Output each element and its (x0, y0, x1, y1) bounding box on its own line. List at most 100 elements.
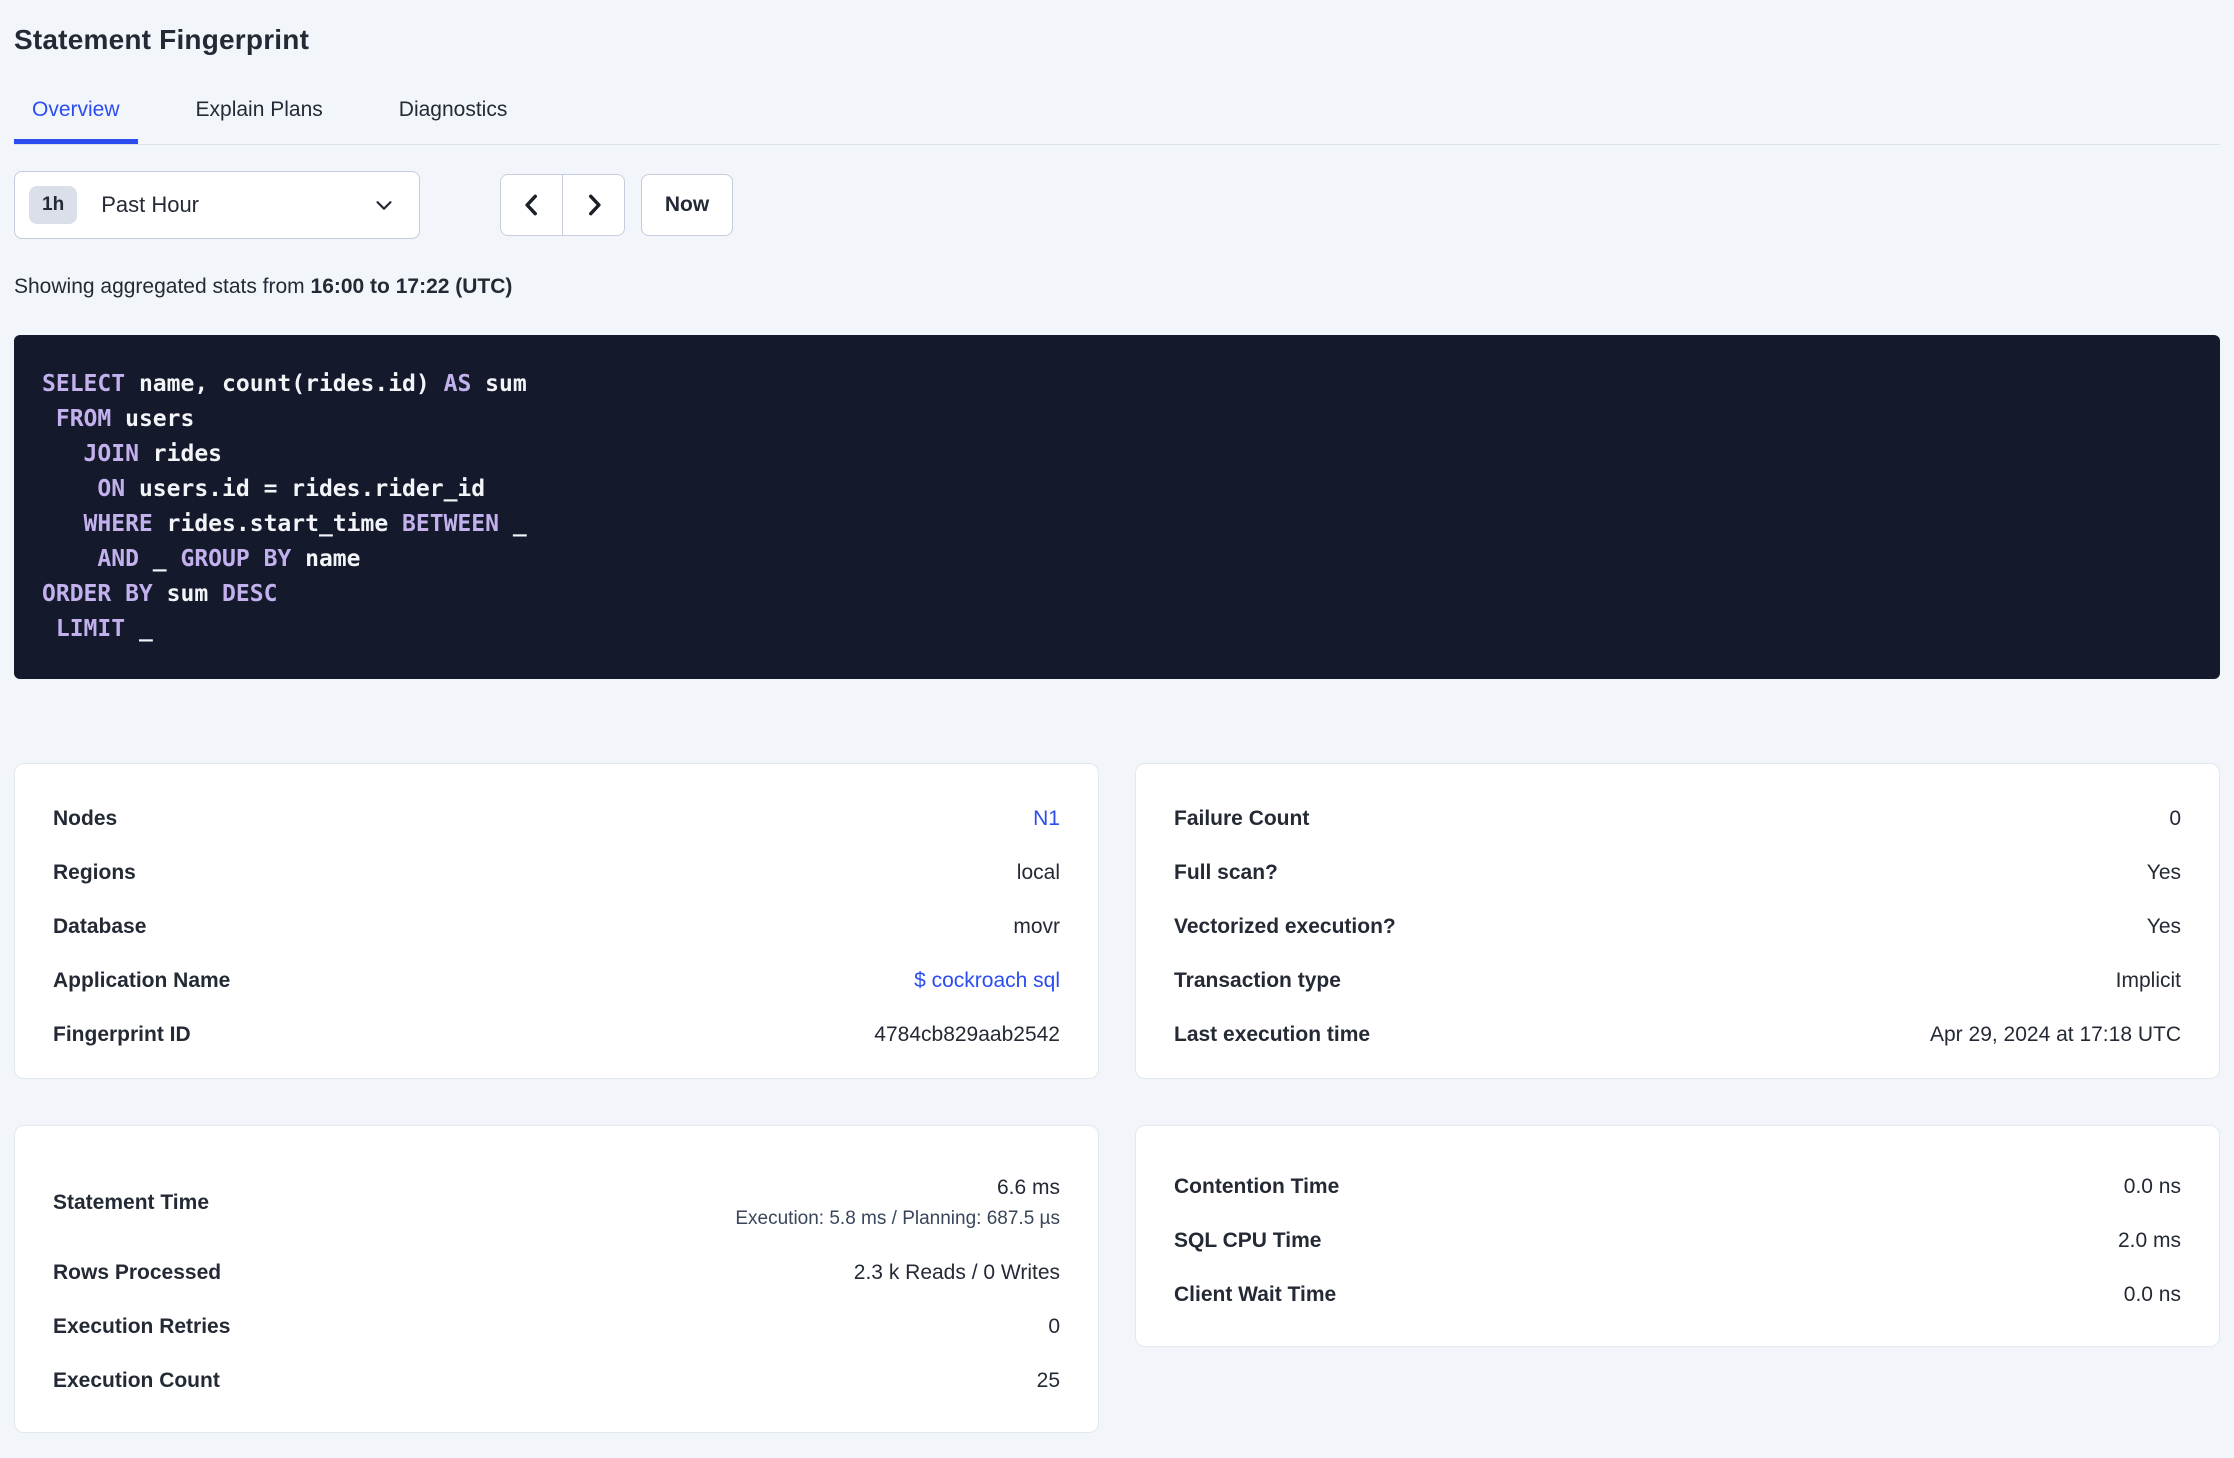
sql-keyword-token: SELECT (42, 371, 126, 397)
info-row-value-group: local (1017, 861, 1060, 885)
card-execution-attributes: Failure Count 0 Full scan? Yes Vectorized ex… (1135, 763, 2220, 1079)
info-row-value-group: 0 (1048, 1315, 1060, 1339)
sql-keyword-token: AND (97, 546, 139, 572)
statement-fingerprint-page: Statement Fingerprint Overview Explain Pl… (0, 0, 2234, 1433)
info-row-vectorized-execution: Vectorized execution? Yes (1174, 900, 2181, 954)
sql-keyword-token: AS (443, 371, 472, 397)
info-row-value-group: Yes (2147, 861, 2181, 885)
info-row-label: Contention Time (1174, 1175, 1340, 1198)
info-row-execution-retries: Execution Retries 0 (53, 1300, 1060, 1354)
info-row-label: SQL CPU Time (1174, 1229, 1322, 1252)
info-row-value-group: movr (1013, 915, 1060, 939)
info-row-label: Transaction type (1174, 969, 1341, 992)
info-row-value-link[interactable]: $ cockroach sql (914, 969, 1060, 993)
sql-identifier-token (42, 476, 97, 502)
aggregation-range-text: Showing aggregated stats from 16:00 to 1… (14, 275, 2220, 299)
sql-line: JOIN rides (42, 437, 2192, 472)
info-row-value: 4784cb829aab2542 (874, 1023, 1060, 1046)
info-row-value-group: $ cockroach sql (914, 969, 1060, 993)
chevron-left-icon (519, 192, 545, 218)
info-row-label: Full scan? (1174, 861, 1278, 884)
info-row-regions: Regions local (53, 846, 1060, 900)
tab-diagnostics[interactable]: Diagnostics (381, 98, 526, 144)
info-row-value-link[interactable]: N1 (1033, 807, 1060, 831)
sql-identifier-token: name (291, 546, 361, 572)
info-row-value-group: Yes (2147, 915, 2181, 939)
sql-keyword-token: JOIN (83, 441, 139, 467)
sql-keyword-token: DESC (222, 581, 278, 607)
info-row-label: Execution Retries (53, 1315, 231, 1338)
sql-identifier-token (42, 616, 56, 642)
sql-identifier-token (42, 511, 84, 537)
time-controls: 1h Past Hour Now (14, 171, 2220, 239)
info-row-label: Client Wait Time (1174, 1283, 1337, 1306)
info-row-value: movr (1013, 915, 1060, 938)
next-time-button[interactable] (563, 175, 624, 235)
sql-identifier-token: _ (498, 511, 527, 537)
card-time-breakdown: Contention Time 0.0 ns SQL CPU Time 2.0 ms C… (1135, 1125, 2220, 1347)
info-row-failure-count: Failure Count 0 (1174, 792, 2181, 846)
info-row-value: 25 (1036, 1369, 1060, 1392)
tab-bar: Overview Explain Plans Diagnostics (14, 98, 2220, 145)
aggregation-range-bold: 16:00 to 17:22 (UTC) (310, 275, 513, 298)
info-row-value: 0.0 ns (2123, 1175, 2181, 1198)
info-row-label: Last execution time (1174, 1023, 1371, 1046)
info-row-value: Apr 29, 2024 at 17:18 UTC (1930, 1023, 2181, 1046)
info-row-subvalue: Execution: 5.8 ms / Planning: 687.5 µs (735, 1208, 1060, 1229)
sql-keyword-token: ON (97, 476, 126, 502)
info-row-label: Failure Count (1174, 807, 1310, 830)
info-row-value: local (1016, 861, 1060, 884)
sql-identifier-token: rides.start_time (152, 511, 403, 537)
sql-keyword-token: GROUP BY (180, 546, 292, 572)
chevron-right-icon (581, 192, 607, 218)
info-row-value: 2.0 ms (2117, 1229, 2181, 1252)
time-range-label: Past Hour (101, 192, 200, 217)
summary-cards-grid: Nodes N1 Regions local Database movr Applicati… (14, 763, 2220, 1433)
sql-identifier-token: rides (138, 441, 223, 467)
prev-time-button[interactable] (501, 175, 562, 235)
info-row-value-group: 0.0 ns (2124, 1283, 2181, 1307)
sql-line: LIMIT _ (42, 612, 2192, 647)
sql-keyword-token: WHERE (83, 511, 153, 537)
tab-explain-plans[interactable]: Explain Plans (178, 98, 341, 144)
card-execution-stats: Statement Time 6.6 ms Execution: 5.8 ms / … (14, 1125, 1099, 1433)
sql-identifier-token: sum (471, 371, 527, 397)
sql-identifier-token: users.id = rides.rider_id (125, 476, 486, 502)
info-row-statement-time: Statement Time 6.6 ms Execution: 5.8 ms / … (53, 1160, 1060, 1246)
sql-line: ORDER BY sum DESC (42, 577, 2192, 612)
info-row-label: Fingerprint ID (53, 1023, 191, 1046)
info-row-value-group: Implicit (2116, 969, 2181, 993)
now-button[interactable]: Now (641, 174, 733, 236)
sql-line: SELECT name, count(rides.id) AS sum (42, 367, 2192, 402)
info-row-value-group: 0 (2169, 807, 2181, 831)
time-nav-arrows (500, 174, 625, 236)
info-row-label: Regions (53, 861, 136, 884)
info-row-nodes: Nodes N1 (53, 792, 1060, 846)
sql-line: ON users.id = rides.rider_id (42, 472, 2192, 507)
info-row-sql-cpu-time: SQL CPU Time 2.0 ms (1174, 1214, 2181, 1268)
info-row-value: Yes (2146, 861, 2181, 884)
info-row-client-wait-time: Client Wait Time 0.0 ns (1174, 1268, 2181, 1322)
info-row-value: 0 (1048, 1315, 1060, 1338)
info-row-value: 0 (2169, 807, 2181, 830)
info-row-value-group: 6.6 ms Execution: 5.8 ms / Planning: 687.… (735, 1176, 1060, 1230)
sql-identifier-token: name, count(rides.id) (125, 371, 444, 397)
sql-identifier-token (42, 546, 97, 572)
info-row-value: Implicit (2115, 969, 2181, 992)
info-row-label: Nodes (53, 807, 118, 830)
info-row-value: 0.0 ns (2123, 1283, 2181, 1306)
info-row-transaction-type: Transaction type Implicit (1174, 954, 2181, 1008)
info-row-fingerprint-id: Fingerprint ID 4784cb829aab2542 (53, 1008, 1060, 1062)
sql-line: AND _ GROUP BY name (42, 542, 2192, 577)
info-row-value-group: 0.0 ns (2124, 1175, 2181, 1199)
time-range-dropdown[interactable]: 1h Past Hour (14, 171, 420, 239)
info-row-label: Statement Time (53, 1191, 209, 1214)
info-row-value: 6.6 ms (996, 1176, 1060, 1199)
page-title: Statement Fingerprint (14, 24, 310, 55)
info-row-value-group: N1 (1033, 807, 1060, 831)
info-row-value-group: 4784cb829aab2542 (874, 1023, 1060, 1047)
tab-overview[interactable]: Overview (14, 98, 138, 144)
sql-identifier-token (42, 406, 56, 432)
info-row-full-scan: Full scan? Yes (1174, 846, 2181, 900)
sql-keyword-token: BETWEEN (402, 511, 499, 537)
